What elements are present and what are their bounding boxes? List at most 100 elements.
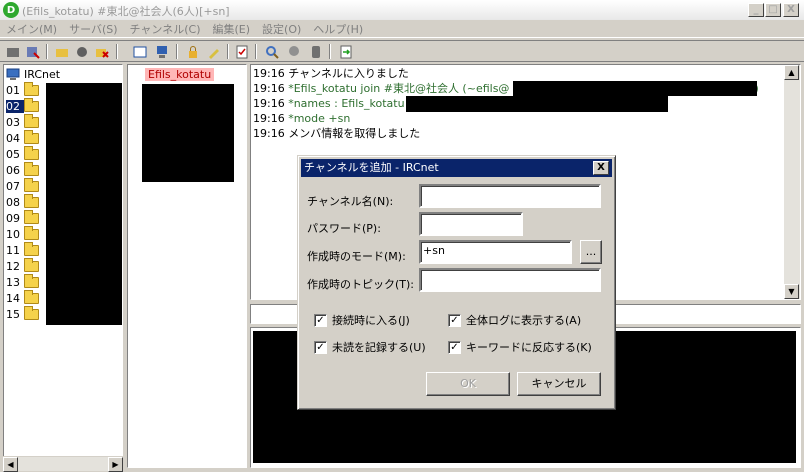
toolbar-separator xyxy=(329,44,331,59)
checkbox-check-icon: ✓ xyxy=(314,340,327,354)
checklist-icon[interactable] xyxy=(233,43,250,60)
channel-item-selected[interactable]: 02 xyxy=(6,97,43,114)
ok-button[interactable]: OK xyxy=(426,372,510,396)
menu-channel[interactable]: チャンネル(C) xyxy=(130,21,201,37)
menu-settings[interactable]: 設定(O) xyxy=(262,21,301,37)
scroll-left-icon[interactable]: ◀ xyxy=(3,457,18,472)
nick-list[interactable]: Efils_kotatu xyxy=(127,64,247,468)
channel-number: 09 xyxy=(6,211,20,225)
title-bar[interactable]: D (Efils_kotatu) #東北@社会人(6人)[+sn] _ □ X xyxy=(0,0,804,20)
server-icon[interactable] xyxy=(4,43,21,60)
channel-item[interactable]: 06 xyxy=(6,161,43,178)
channel-item[interactable]: 14 xyxy=(6,289,43,306)
channel-item[interactable]: 10 xyxy=(6,225,43,242)
folder-icon xyxy=(24,129,39,144)
track-unread-checkbox[interactable]: ✓ 未読を記録する(U) xyxy=(314,339,426,355)
channel-item[interactable]: 03 xyxy=(6,113,43,130)
mode-input[interactable]: +sn xyxy=(419,240,572,264)
folder-icon xyxy=(24,81,39,96)
mode-browse-button[interactable]: ... xyxy=(580,240,602,264)
delete-channel-icon[interactable] xyxy=(93,43,110,60)
lock-icon[interactable] xyxy=(184,43,201,60)
dialog-title: チャンネルを追加 - IRCnet xyxy=(304,161,439,174)
channel-item[interactable]: 07 xyxy=(6,177,43,194)
folder-icon xyxy=(24,113,39,128)
channel-number: 04 xyxy=(6,131,20,145)
folder-icon xyxy=(24,225,39,240)
folder-icon xyxy=(24,241,39,256)
scroll-right-icon[interactable]: ▶ xyxy=(108,457,123,472)
folder-icon xyxy=(24,97,39,112)
toolbar-separator xyxy=(227,44,229,59)
channel-item[interactable]: 01 xyxy=(6,81,43,98)
maximize-button[interactable]: □ xyxy=(765,3,781,17)
minimize-button[interactable]: _ xyxy=(748,3,764,17)
log-line: 19:16 *mode +sn xyxy=(253,112,351,125)
scroll-up-icon[interactable]: ▲ xyxy=(784,65,799,80)
log-line: 19:16 *names : Efils_kotatu xyxy=(253,97,405,110)
checkbox-check-icon: ✓ xyxy=(314,313,327,327)
show-in-global-log-checkbox[interactable]: ✓ 全体ログに表示する(A) xyxy=(448,312,581,328)
server-list-icon[interactable] xyxy=(307,43,324,60)
redacted-region xyxy=(142,84,234,182)
topic-input[interactable] xyxy=(419,268,601,292)
channel-tree-hscrollbar[interactable]: ◀ ▶ xyxy=(3,456,123,472)
password-input[interactable] xyxy=(419,212,523,236)
tree-root-label: IRCnet xyxy=(24,67,61,81)
search-icon[interactable] xyxy=(263,43,280,60)
channel-item[interactable]: 05 xyxy=(6,145,43,162)
folder-icon xyxy=(24,193,39,208)
menu-bar: メイン(M) サーバ(S) チャンネル(C) 編集(E) 設定(O) ヘルプ(H… xyxy=(0,20,804,38)
dialog-title-bar[interactable]: チャンネルを追加 - IRCnet X xyxy=(301,159,612,177)
channel-number: 03 xyxy=(6,115,20,129)
mode-label: 作成時のモード(M): xyxy=(307,250,406,263)
dialog-close-button[interactable]: X xyxy=(593,161,609,175)
channel-item[interactable]: 11 xyxy=(6,241,43,258)
log-line: 19:16 チャンネルに入りました xyxy=(253,67,409,80)
disconnect-icon[interactable] xyxy=(24,43,41,60)
react-keyword-checkbox[interactable]: ✓ キーワードに反応する(K) xyxy=(448,339,592,355)
join-on-connect-checkbox[interactable]: ✓ 接続時に入る(J) xyxy=(314,312,410,328)
leave-channel-icon[interactable] xyxy=(73,43,90,60)
chat-log-vscrollbar[interactable]: ▲ ▼ xyxy=(784,65,800,299)
open-folder-icon[interactable] xyxy=(53,43,70,60)
nick-item[interactable]: Efils_kotatu xyxy=(145,68,215,81)
toolbar-separator xyxy=(116,44,118,59)
toolbar-separator xyxy=(176,44,178,59)
channel-number: 05 xyxy=(6,147,20,161)
channel-number: 15 xyxy=(6,307,20,321)
folder-icon xyxy=(24,161,39,176)
tree-root[interactable]: IRCnet xyxy=(6,66,60,82)
channel-name-label: チャンネル名(N): xyxy=(307,195,394,208)
channel-tree[interactable]: IRCnet 01 02 03 04 05 06 07 08 09 10 11 … xyxy=(3,64,123,468)
folder-icon xyxy=(24,145,39,160)
channel-name-input[interactable] xyxy=(419,184,601,208)
redacted-region xyxy=(406,96,668,112)
close-button[interactable]: X xyxy=(783,3,799,17)
export-icon[interactable] xyxy=(337,43,354,60)
channel-item[interactable]: 15 xyxy=(6,305,43,322)
menu-main[interactable]: メイン(M) xyxy=(6,21,57,37)
people-icon[interactable] xyxy=(285,43,302,60)
folder-icon xyxy=(24,305,39,320)
menu-server[interactable]: サーバ(S) xyxy=(69,21,117,37)
checkbox-check-icon: ✓ xyxy=(448,340,461,354)
menu-help[interactable]: ヘルプ(H) xyxy=(313,21,363,37)
monitor-icon[interactable] xyxy=(153,43,170,60)
edit-pencil-icon[interactable] xyxy=(205,43,222,60)
log-line: 19:16 メンバ情報を取得しました xyxy=(253,127,421,140)
channel-item[interactable]: 12 xyxy=(6,257,43,274)
menu-edit[interactable]: 編集(E) xyxy=(212,21,250,37)
channel-item[interactable]: 13 xyxy=(6,273,43,290)
toolbar-separator xyxy=(255,44,257,59)
channel-item[interactable]: 09 xyxy=(6,209,43,226)
cancel-button[interactable]: キャンセル xyxy=(517,372,601,396)
channel-item[interactable]: 08 xyxy=(6,193,43,210)
scroll-down-icon[interactable]: ▼ xyxy=(784,284,799,299)
window-icon[interactable] xyxy=(131,43,148,60)
folder-icon xyxy=(24,257,39,272)
folder-icon xyxy=(24,209,39,224)
network-computer-icon xyxy=(6,68,20,80)
channel-item[interactable]: 04 xyxy=(6,129,43,146)
folder-icon xyxy=(24,289,39,304)
